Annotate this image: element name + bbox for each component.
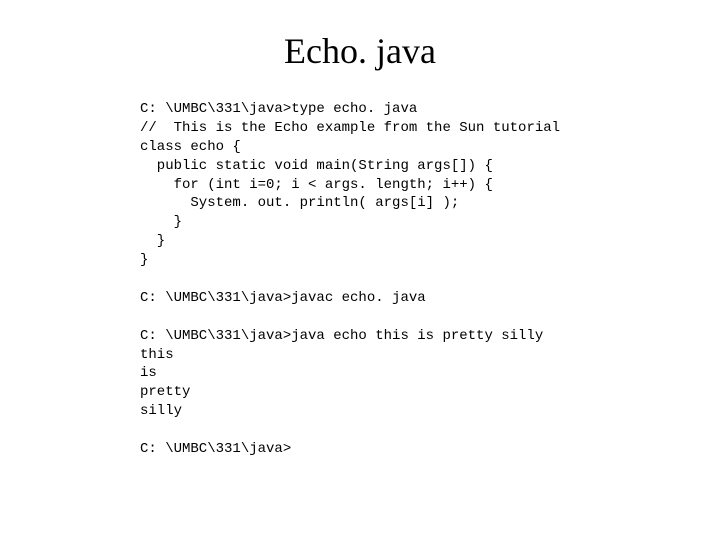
code-listing: C: \UMBC\331\java>type echo. java // Thi…	[0, 100, 720, 459]
page-title: Echo. java	[0, 30, 720, 72]
